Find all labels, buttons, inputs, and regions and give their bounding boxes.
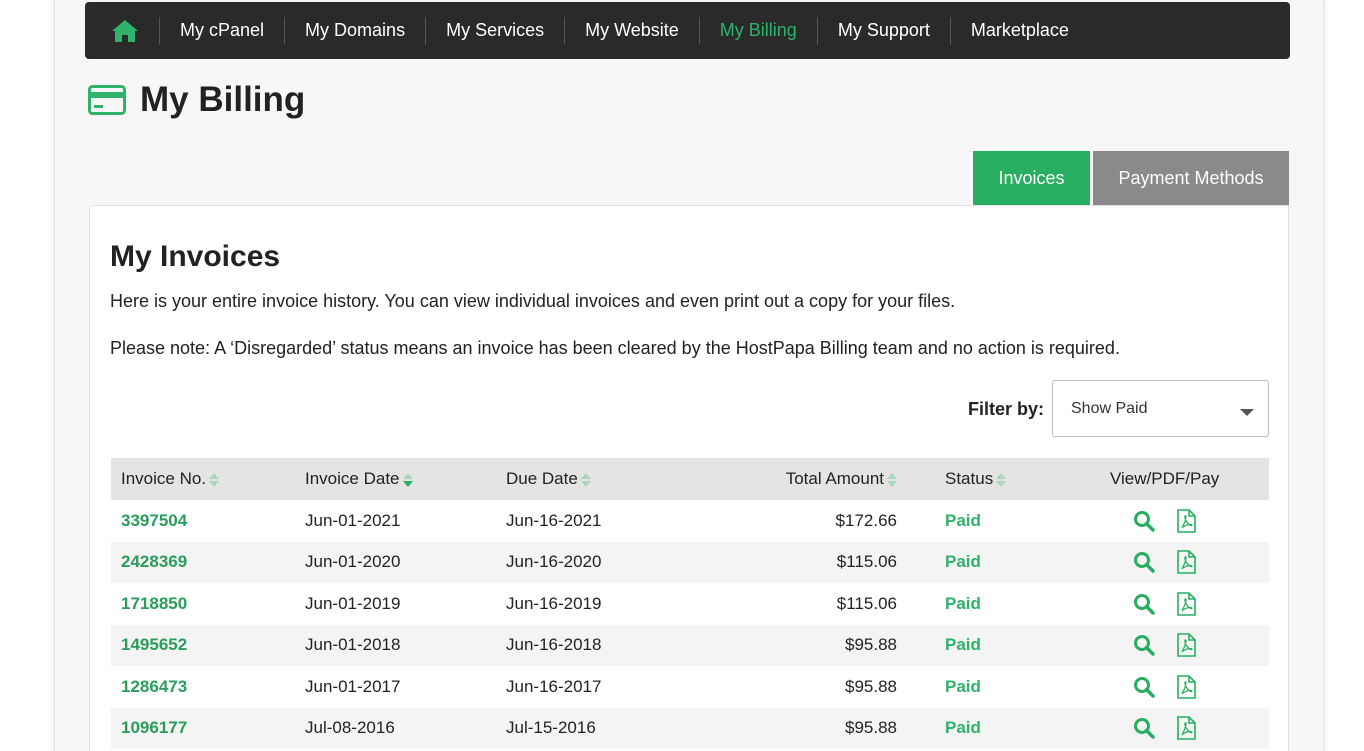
tab-invoices[interactable]: Invoices [973,151,1090,205]
column-header-status[interactable]: Status [945,469,1007,489]
page-header: My Billing [88,80,305,120]
pdf-download-icon[interactable] [1175,674,1197,699]
view-invoice-search-icon[interactable] [1133,551,1155,573]
row-actions [1133,633,1197,658]
home-icon [112,19,138,42]
nav-item-my-website[interactable]: My Website [565,16,700,45]
invoice-number-link[interactable]: 1096177 [121,718,187,738]
invoice-date: Jun-01-2017 [305,676,401,696]
invoices-table: Invoice No. Invoice Date Due Date Total … [111,458,1269,749]
total-amount: $172.66 [835,510,897,530]
invoice-date: Jun-01-2020 [305,552,401,572]
total-amount: $95.88 [845,676,897,696]
row-actions [1133,550,1197,575]
top-navigation: My cPanel My Domains My Services My Webs… [85,2,1290,59]
invoice-date: Jun-01-2019 [305,593,401,613]
pdf-download-icon[interactable] [1175,716,1197,741]
column-header-invoice-no[interactable]: Invoice No. [121,469,220,489]
nav-item-my-services[interactable]: My Services [426,16,566,45]
invoice-number-link[interactable]: 1286473 [121,677,187,697]
view-invoice-search-icon[interactable] [1133,676,1155,698]
pdf-download-icon[interactable] [1175,633,1197,658]
status-badge: Paid [945,593,981,613]
total-amount: $95.88 [845,635,897,655]
table-row: 1495652 Jun-01-2018 Jun-16-2018 $95.88 Paid [111,624,1269,666]
view-invoice-search-icon[interactable] [1133,593,1155,615]
table-body: 3397504 Jun-01-2021 Jun-16-2021 $172.66 Paid… [111,500,1269,749]
sort-icon [580,472,591,488]
row-actions [1133,716,1197,741]
status-badge: Paid [945,510,981,530]
billing-tabs: Invoices Payment Methods [973,151,1289,205]
nav-item-my-billing[interactable]: My Billing [700,16,818,45]
table-row: 3397504 Jun-01-2021 Jun-16-2021 $172.66 Paid [111,500,1269,542]
total-amount: $115.06 [836,552,897,572]
status-badge: Paid [945,552,981,572]
row-actions [1133,508,1197,533]
invoices-note: Please note: A ‘Disregarded’ status mean… [110,338,1120,358]
total-amount: $95.88 [845,718,897,738]
due-date: Jun-16-2021 [506,510,602,530]
invoice-date: Jun-01-2021 [305,510,401,530]
nav-item-my-support[interactable]: My Support [818,16,951,45]
invoices-heading: My Invoices [110,240,281,273]
filter-selected-value: Show Paid [1071,399,1148,417]
filter-select[interactable]: Show Paid [1052,380,1269,437]
table-row: 1096177 Jul-08-2016 Jul-15-2016 $95.88 Paid [111,707,1269,749]
table-header: Invoice No. Invoice Date Due Date Total … [111,458,1269,500]
status-badge: Paid [945,676,981,696]
filter-label: Filter by: [968,399,1045,419]
invoice-date: Jun-01-2018 [305,635,401,655]
due-date: Jun-16-2020 [506,552,602,572]
row-actions [1133,674,1197,699]
nav-item-my-cpanel[interactable]: My cPanel [160,16,286,45]
table-row: 1286473 Jun-01-2017 Jun-16-2017 $95.88 Paid [111,666,1269,708]
column-header-invoice-date[interactable]: Invoice Date [305,469,413,489]
sort-icon [996,472,1007,488]
sort-desc-icon [402,472,413,488]
nav-item-marketplace[interactable]: Marketplace [951,17,1089,45]
total-amount: $115.06 [836,593,897,613]
caret-down-icon [1240,409,1254,416]
pdf-download-icon[interactable] [1175,591,1197,616]
invoice-number-link[interactable]: 1495652 [121,635,187,655]
due-date: Jun-16-2018 [506,635,602,655]
invoices-panel: My Invoices Here is your entire invoice … [89,205,1289,751]
status-badge: Paid [945,635,981,655]
table-row: 1718850 Jun-01-2019 Jun-16-2019 $115.06 Paid [111,583,1269,625]
table-row: 2428369 Jun-01-2020 Jun-16-2020 $115.06 Paid [111,541,1269,583]
column-header-due-date[interactable]: Due Date [506,469,591,489]
pdf-download-icon[interactable] [1175,550,1197,575]
page-title: My Billing [140,80,306,119]
view-invoice-search-icon[interactable] [1133,717,1155,739]
column-header-actions: View/PDF/Pay [1110,469,1220,488]
invoice-number-link[interactable]: 2428369 [121,552,187,572]
status-badge: Paid [945,718,981,738]
tab-payment-methods[interactable]: Payment Methods [1093,151,1289,205]
invoice-number-link[interactable]: 1718850 [121,594,187,614]
due-date: Jun-16-2019 [506,593,602,613]
invoice-date: Jul-08-2016 [305,718,395,738]
credit-card-icon [88,85,126,115]
invoices-description: Here is your entire invoice history. You… [110,291,956,311]
nav-item-my-domains[interactable]: My Domains [285,16,427,45]
view-invoice-search-icon[interactable] [1133,510,1155,532]
due-date: Jul-15-2016 [506,718,596,738]
nav-home-button[interactable] [111,16,160,45]
due-date: Jun-16-2017 [506,676,602,696]
view-invoice-search-icon[interactable] [1133,634,1155,656]
sort-icon [209,472,220,488]
sort-icon [887,472,897,488]
row-actions [1133,591,1197,616]
column-header-total-amount[interactable]: Total Amount [786,469,897,489]
pdf-download-icon[interactable] [1175,508,1197,533]
invoice-number-link[interactable]: 3397504 [121,511,187,531]
